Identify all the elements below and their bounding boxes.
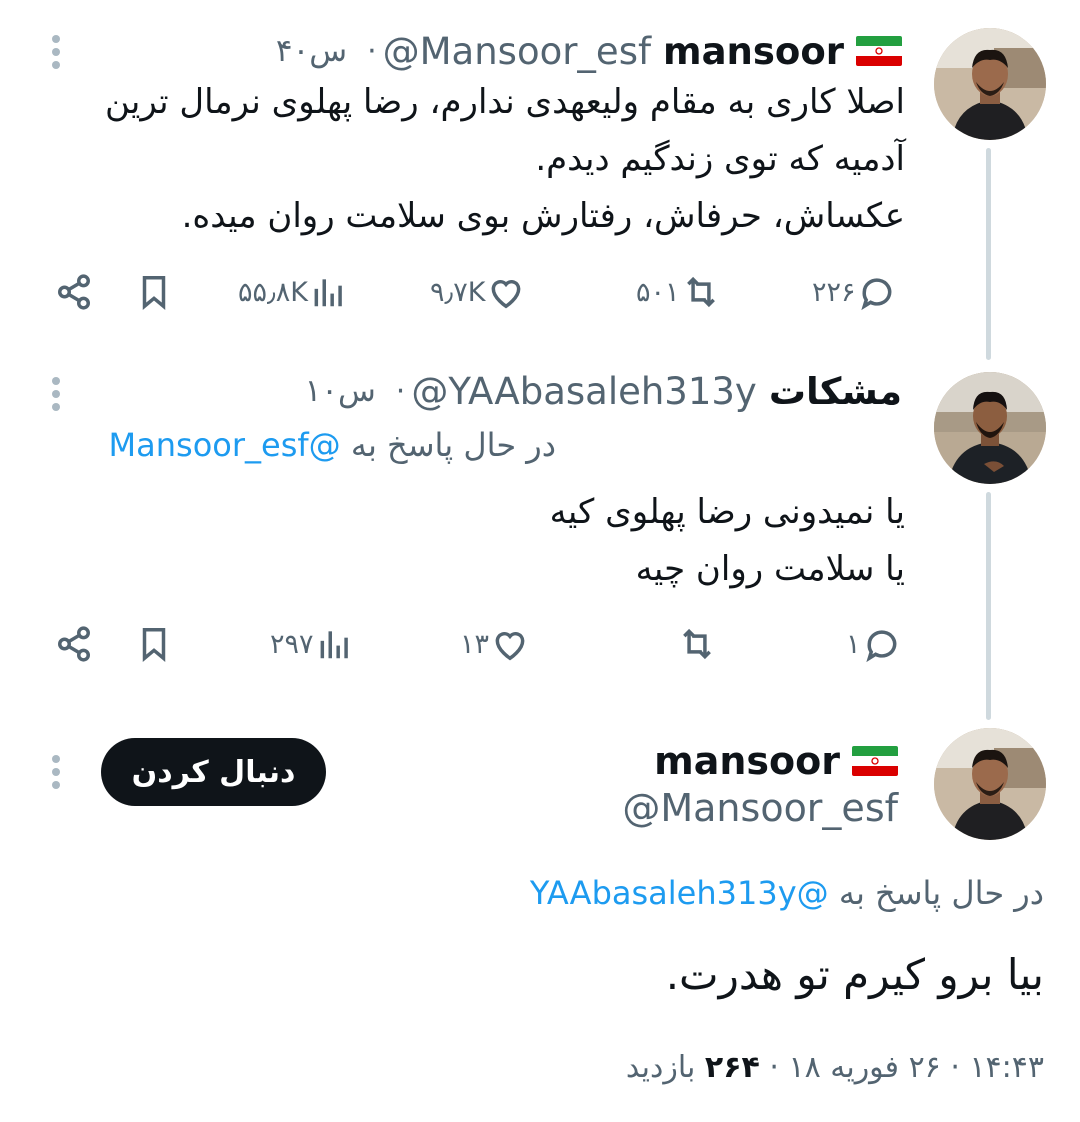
tweet-time[interactable]: ۱۰س — [305, 373, 376, 409]
mention-link[interactable]: @YAAbasaleh313y — [530, 874, 829, 912]
views-button[interactable]: ۲۹۷ — [270, 614, 354, 674]
thread-line — [986, 492, 991, 720]
reply-prefix: در حال پاسخ به — [838, 874, 1044, 912]
bookmark-button[interactable] — [135, 614, 173, 674]
share-icon — [58, 626, 90, 662]
separator-dot: · — [950, 1050, 960, 1085]
tweet-line: عکساش، حرفاش، رفتارش بوی سلامت روان میده… — [181, 196, 905, 236]
like-button[interactable]: ۱۳ — [460, 614, 529, 674]
views-count: ۲۹۷ — [270, 628, 314, 660]
views-button[interactable]: ۵۵٫۸K — [238, 262, 348, 322]
views-count: ۲۶۴ — [704, 1050, 760, 1085]
mention-link[interactable]: @Mansoor_esf — [109, 426, 341, 464]
separator-dot: · — [395, 373, 406, 409]
follow-button[interactable]: دنبال کردن — [101, 738, 326, 806]
bookmark-button[interactable] — [135, 262, 173, 322]
tweet-text: بیا برو کیرم تو هدرت. — [665, 950, 1044, 999]
comment-icon — [865, 630, 896, 663]
views-icon — [320, 631, 348, 659]
share-button[interactable] — [55, 262, 93, 322]
tweet-time[interactable]: ۴۰س — [276, 33, 347, 69]
display-name[interactable]: مشکات — [769, 370, 902, 413]
user-handle[interactable]: @YAAbasaleh313y — [411, 370, 757, 413]
heart-icon — [495, 632, 525, 661]
display-name[interactable]: mansoor — [654, 739, 840, 783]
share-button[interactable] — [55, 614, 93, 674]
more-options-icon[interactable] — [50, 32, 62, 72]
bookmark-icon — [142, 628, 166, 662]
reply-context: در حال پاسخ به @YAAbasaleh313y — [530, 874, 1044, 912]
main-tweet-author: mansoor — [642, 736, 898, 786]
views-icon — [314, 279, 342, 307]
tweet-actions: ۲۹۷ ۱۳ ۱ — [50, 614, 910, 674]
tweet-date[interactable]: ۲۶ فوریه ۱۸ — [788, 1050, 940, 1085]
more-options-icon[interactable] — [50, 752, 62, 792]
repost-icon — [683, 628, 711, 660]
like-count: ۱۳ — [460, 628, 490, 660]
iran-flag-icon — [852, 746, 898, 776]
tweet-actions: ۵۵٫۸K ۹٫۷K ۵۰۱ ۲۲۶ — [50, 262, 910, 322]
like-count: ۹٫۷K — [430, 276, 486, 308]
views-count: ۵۵٫۸K — [238, 276, 308, 308]
tweet-text: اصلا کاری به مقام ولیعهدی ندارم، رضا پهل… — [105, 74, 905, 245]
tweet-line: یا نمیدونی رضا پهلوی کیه — [549, 492, 905, 532]
avatar[interactable] — [934, 28, 1046, 140]
repost-count: ۵۰۱ — [636, 276, 680, 308]
tweet-header: ۴۰س · @Mansoor_esf mansoor — [276, 26, 902, 76]
tweet-text: یا نمیدونی رضا پهلوی کیه یا سلامت روان چ… — [550, 484, 905, 598]
tweet-meta: ۱۴:۴۳ · ۲۶ فوریه ۱۸ · ۲۶۴ بازدید — [626, 1050, 1044, 1085]
tweet-header: ۱۰س · @YAAbasaleh313y مشکات — [305, 366, 902, 416]
separator-dot: · — [769, 1050, 779, 1085]
views-label: بازدید — [625, 1050, 696, 1085]
repost-button[interactable] — [676, 614, 716, 674]
avatar[interactable] — [934, 728, 1046, 840]
more-options-icon[interactable] — [50, 374, 62, 414]
thread-line — [986, 148, 991, 360]
tweet-time[interactable]: ۱۴:۴۳ — [969, 1050, 1044, 1085]
repost-button[interactable]: ۵۰۱ — [636, 262, 720, 322]
heart-icon — [492, 280, 521, 309]
avatar[interactable] — [934, 372, 1046, 484]
tweet-line: آدمیه که توی زندگیم دیدم. — [535, 139, 905, 179]
tweet-line: یا سلامت روان چیه — [635, 549, 905, 589]
iran-flag-icon — [856, 36, 902, 66]
reply-prefix: در حال پاسخ به — [350, 426, 556, 464]
separator-dot: · — [367, 33, 377, 69]
bookmark-icon — [142, 276, 166, 310]
comment-icon — [860, 278, 891, 311]
like-button[interactable]: ۹٫۷K — [430, 262, 525, 322]
reply-count: ۱ — [846, 628, 861, 660]
user-handle[interactable]: @Mansoor_esf — [622, 786, 898, 830]
tweet-line: اصلا کاری به مقام ولیعهدی ندارم، رضا پهل… — [104, 82, 905, 122]
share-icon — [58, 274, 90, 310]
reply-context: در حال پاسخ به @Mansoor_esf — [109, 426, 556, 464]
reply-count: ۲۲۶ — [812, 276, 856, 308]
repost-icon — [686, 276, 715, 308]
display-name[interactable]: mansoor — [663, 30, 844, 73]
user-handle[interactable]: @Mansoor_esf — [383, 30, 651, 73]
reply-button[interactable]: ۲۲۶ — [812, 262, 896, 322]
reply-button[interactable]: ۱ — [846, 614, 901, 674]
